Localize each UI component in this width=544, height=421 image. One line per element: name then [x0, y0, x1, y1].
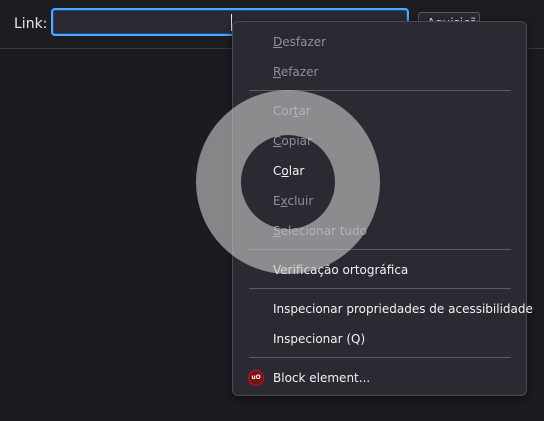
menu-item-delete[interactable]: Excluir — [273, 192, 313, 210]
menu-item-cut[interactable]: Cortar — [273, 102, 311, 120]
menu-item-copy[interactable]: Copiar — [273, 132, 312, 150]
ublock-origin-icon: uO — [248, 370, 264, 386]
menu-item-select-all[interactable]: Selecionar tudo — [273, 222, 367, 240]
menu-item-inspect[interactable]: Inspecionar (Q) — [273, 330, 365, 348]
menu-item-label: elecionar tudo — [280, 224, 367, 238]
context-menu: Desfazer Refazer Cortar Copiar Colar Exc… — [232, 21, 533, 396]
menu-item-inspect-accessibility[interactable]: Inspecionar propriedades de acessibilida… — [273, 300, 533, 318]
menu-separator — [249, 90, 511, 91]
page: Link: Aquisição Desfazer Refazer Cortar … — [0, 0, 544, 421]
menu-item-spellcheck[interactable]: Verificação ortográfica — [273, 261, 408, 279]
access-key: S — [273, 224, 281, 238]
menu-separator — [249, 249, 511, 250]
access-key: o — [281, 164, 289, 178]
menu-item-redo[interactable]: Refazer — [273, 63, 318, 81]
menu-separator — [249, 288, 511, 289]
menu-item-block-element[interactable]: Block element... — [273, 369, 370, 387]
link-label: Link: — [14, 16, 48, 32]
menu-item-label: opiar — [281, 134, 312, 148]
menu-item-label: esfazer — [282, 35, 327, 49]
access-key: D — [273, 35, 283, 49]
menu-separator — [249, 357, 511, 358]
menu-item-label: Cor — [273, 104, 294, 118]
menu-item-undo[interactable]: Desfazer — [273, 33, 326, 51]
menu-item-label: cluir — [287, 194, 314, 208]
menu-item-label: lar — [288, 164, 305, 178]
menu-item-label: ar — [298, 104, 311, 118]
access-key: R — [273, 65, 281, 79]
menu-item-paste[interactable]: Colar — [273, 162, 304, 180]
menu-item-label: E — [273, 194, 281, 208]
menu-item-label: efazer — [280, 65, 319, 79]
